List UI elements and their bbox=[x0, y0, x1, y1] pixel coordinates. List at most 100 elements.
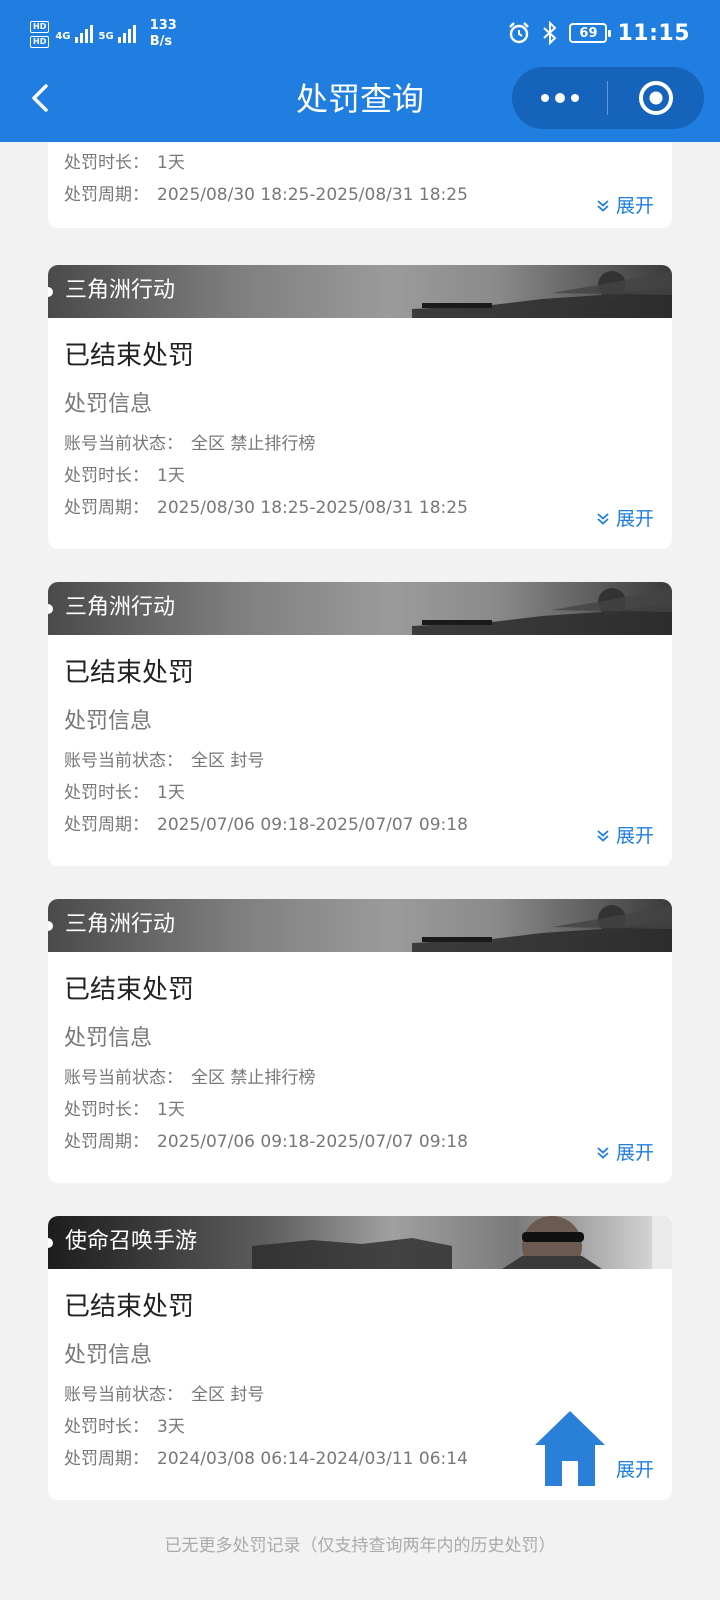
more-dot bbox=[540, 94, 549, 102]
game-art-image bbox=[252, 1216, 672, 1269]
duration-label: 处罚时长： bbox=[64, 153, 149, 173]
battery-icon: 69 bbox=[569, 23, 612, 43]
status-bar: HD HD 4G 5G 133 B/s 69 11:15 bbox=[0, 0, 720, 66]
signal-bar bbox=[84, 29, 88, 43]
banner-dot bbox=[48, 921, 53, 931]
network-type: 5G bbox=[98, 31, 114, 42]
game-art-image bbox=[412, 271, 672, 318]
game-banner: 三角洲行动 bbox=[48, 265, 672, 318]
period-row: 处罚周期： 2025/08/30 18:25-2025/08/31 18:25 bbox=[64, 183, 656, 207]
expand-button[interactable]: 展开 bbox=[596, 1141, 654, 1165]
account-state-row: 账号当前状态： 全区 封号 bbox=[64, 1383, 656, 1407]
expand-button[interactable]: 展开 bbox=[596, 194, 654, 218]
game-banner: 三角洲行动 bbox=[48, 582, 672, 635]
account-state-value: 全区 禁止排行榜 bbox=[191, 434, 316, 454]
end-of-list-note: 已无更多处罚记录（仅支持查询两年内的历史处罚） bbox=[164, 1536, 556, 1556]
expand-button[interactable]: 展开 bbox=[596, 824, 654, 848]
section-title: 处罚信息 bbox=[64, 709, 153, 734]
target-circle-icon bbox=[639, 81, 673, 115]
duration-value: 1天 bbox=[157, 1100, 185, 1120]
home-icon bbox=[535, 1411, 605, 1486]
close-miniprogram-button[interactable] bbox=[608, 67, 704, 129]
record-card: 三角洲行动 已结束处罚 处罚信息 账号当前状态： 全区 禁止排行榜 处罚时长： 1天… bbox=[48, 265, 672, 549]
duration-value: 1天 bbox=[157, 153, 185, 173]
period-label: 处罚周期： bbox=[64, 185, 149, 205]
section-title: 处罚信息 bbox=[64, 1026, 153, 1051]
expand-label: 展开 bbox=[615, 508, 654, 530]
penalty-status-title: 已结束处罚 bbox=[64, 1292, 195, 1322]
expand-label: 展开 bbox=[615, 1142, 654, 1164]
duration-row: 处罚时长： 1天 bbox=[64, 151, 656, 175]
speed-value: 133 bbox=[149, 18, 177, 33]
period-value: 2024/03/08 06:14-2024/03/11 06:14 bbox=[157, 1449, 468, 1469]
period-label: 处罚周期： bbox=[64, 1449, 149, 1469]
duration-label: 处罚时长： bbox=[64, 1417, 149, 1437]
penalty-status-title: 已结束处罚 bbox=[64, 658, 195, 688]
status-bar-left: HD HD 4G 5G 133 B/s bbox=[30, 16, 177, 52]
game-art-image bbox=[412, 905, 672, 952]
clock: 11:15 bbox=[617, 20, 690, 46]
duration-row: 处罚时长： 1天 bbox=[64, 781, 656, 805]
account-state-row: 账号当前状态： 全区 禁止排行榜 bbox=[64, 1066, 656, 1090]
more-button[interactable] bbox=[512, 67, 607, 129]
expand-button[interactable]: 展开 bbox=[616, 1458, 654, 1482]
more-dot bbox=[570, 94, 579, 102]
period-label: 处罚周期： bbox=[64, 1132, 149, 1152]
game-art-image bbox=[412, 588, 672, 635]
period-label: 处罚周期： bbox=[64, 498, 149, 518]
period-value: 2025/08/30 18:25-2025/08/31 18:25 bbox=[157, 185, 468, 205]
nav-bar: 处罚查询 bbox=[0, 66, 720, 132]
duration-label: 处罚时长： bbox=[64, 1100, 149, 1120]
signal-4g: 4G bbox=[55, 25, 93, 43]
more-dot bbox=[554, 93, 565, 103]
battery-level: 69 bbox=[579, 25, 598, 41]
hd-badge: HD bbox=[30, 20, 50, 33]
miniprogram-capsule bbox=[512, 67, 704, 129]
account-state-value: 全区 封号 bbox=[191, 751, 265, 771]
game-name: 三角洲行动 bbox=[65, 912, 176, 937]
duration-label: 处罚时长： bbox=[64, 466, 149, 486]
game-name: 三角洲行动 bbox=[65, 595, 176, 620]
game-name: 三角洲行动 bbox=[65, 278, 176, 303]
bluetooth-icon bbox=[543, 21, 557, 45]
record-card: 三角洲行动 已结束处罚 处罚信息 账号当前状态： 全区 禁止排行榜 处罚时长： 1天… bbox=[48, 899, 672, 1183]
account-state-value: 全区 封号 bbox=[191, 1385, 265, 1405]
signal-bar bbox=[127, 29, 131, 43]
duration-label: 处罚时长： bbox=[64, 783, 149, 803]
period-value: 2025/07/06 09:18-2025/07/07 09:18 bbox=[157, 1132, 468, 1152]
period-row: 处罚周期： 2025/07/06 09:18-2025/07/07 09:18 bbox=[64, 813, 656, 837]
records-list: 处罚时长： 1天 处罚周期： 2025/08/30 18:25-2025/08/31… bbox=[0, 0, 720, 1600]
account-state-value: 全区 禁止排行榜 bbox=[191, 1068, 316, 1088]
speed-unit: B/s bbox=[149, 34, 173, 49]
period-row: 处罚周期： 2025/08/30 18:25-2025/08/31 18:25 bbox=[64, 496, 656, 520]
banner-dot bbox=[48, 604, 53, 614]
game-banner: 使命召唤手游 bbox=[48, 1216, 672, 1269]
account-state-label: 账号当前状态： bbox=[64, 1385, 183, 1405]
duration-value: 1天 bbox=[157, 466, 185, 486]
account-state-row: 账号当前状态： 全区 禁止排行榜 bbox=[64, 432, 656, 456]
signal-5g: 5G bbox=[99, 25, 136, 43]
banner-dot bbox=[48, 287, 53, 297]
signal-bar bbox=[117, 37, 121, 43]
expand-button[interactable]: 展开 bbox=[596, 507, 654, 531]
duration-row: 处罚时长： 1天 bbox=[64, 464, 656, 488]
expand-label: 展开 bbox=[615, 825, 654, 847]
section-title: 处罚信息 bbox=[64, 1343, 153, 1368]
network-speed: 133 B/s bbox=[150, 18, 177, 50]
duration-value: 3天 bbox=[157, 1417, 185, 1437]
duration-value: 1天 bbox=[157, 783, 185, 803]
account-state-label: 账号当前状态： bbox=[64, 434, 183, 454]
signal-bar bbox=[79, 33, 83, 43]
signal-bar bbox=[89, 25, 93, 43]
double-chevron-down-icon bbox=[597, 200, 609, 212]
home-button[interactable] bbox=[533, 1409, 607, 1487]
penalty-status-title: 已结束处罚 bbox=[64, 341, 195, 371]
period-value: 2025/07/06 09:18-2025/07/07 09:18 bbox=[157, 815, 468, 835]
network-type: 4G bbox=[55, 31, 71, 42]
status-bar-right: 69 11:15 bbox=[507, 18, 690, 48]
expand-label: 展开 bbox=[615, 1459, 654, 1481]
signal-bar bbox=[132, 25, 136, 43]
hd-indicators: HD HD bbox=[30, 20, 50, 48]
account-state-row: 账号当前状态： 全区 封号 bbox=[64, 749, 656, 773]
account-state-label: 账号当前状态： bbox=[64, 1068, 183, 1088]
